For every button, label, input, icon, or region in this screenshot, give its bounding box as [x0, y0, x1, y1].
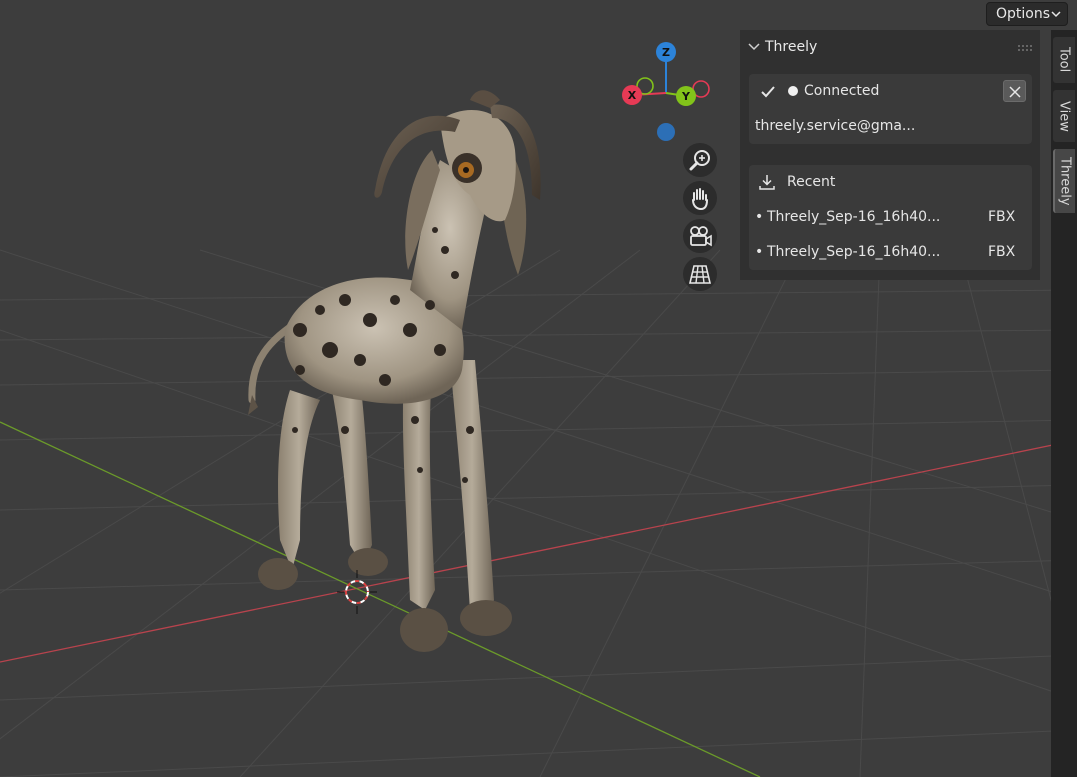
download-icon	[759, 175, 775, 190]
options-label: Options	[996, 6, 1051, 22]
recent-item-bullet: •	[755, 244, 764, 260]
tab-tool[interactable]: Tool	[1053, 37, 1075, 83]
zoom-icon	[689, 150, 710, 171]
connection-box: Connected threely.service@gma...	[749, 74, 1032, 144]
gizmo-x-label: X	[628, 89, 637, 102]
sidebar-tab-strip: Tool View Threely	[1051, 30, 1077, 777]
hand-pan-icon	[692, 188, 708, 211]
tab-tool-label: Tool	[1056, 47, 1072, 73]
zoom-button[interactable]	[683, 143, 717, 177]
floor-grid	[0, 249, 1077, 777]
collapse-chevron-icon[interactable]	[748, 42, 760, 52]
3d-cursor-icon	[337, 570, 377, 614]
panel-header[interactable]: Threely	[740, 30, 1040, 64]
tab-threely-label: Threely	[1057, 156, 1073, 206]
recent-item-name: Threely_Sep-16_16h40...	[767, 209, 941, 225]
list-item[interactable]: • Threely_Sep-16_16h40... FBX	[749, 199, 1032, 233]
camera-view-button[interactable]	[683, 219, 717, 253]
sidebar-panel: Threely Connected threely.service@gma...…	[740, 30, 1040, 280]
disconnect-button[interactable]	[1003, 80, 1026, 102]
gizmo-z-label: Z	[662, 46, 670, 59]
options-dropdown[interactable]: Options	[986, 2, 1068, 26]
perspective-toggle-button[interactable]	[683, 257, 717, 291]
recent-title: Recent	[787, 174, 836, 190]
chevron-down-icon	[1051, 11, 1061, 18]
connection-status: Connected	[804, 83, 880, 99]
navigation-gizmo[interactable]: Z X Y	[612, 38, 722, 148]
creature-model	[248, 90, 541, 652]
recent-item-name: Threely_Sep-16_16h40...	[767, 244, 941, 260]
camera-icon	[690, 226, 712, 247]
recent-item-format: FBX	[988, 244, 1016, 260]
status-dot	[788, 86, 798, 96]
tab-view-label: View	[1056, 100, 1072, 132]
recent-item-bullet: •	[755, 209, 764, 225]
drag-grip-icon[interactable]	[1018, 45, 1032, 51]
close-icon	[1009, 86, 1021, 98]
grid-perspective-icon	[688, 265, 712, 284]
check-icon	[761, 86, 775, 98]
recent-box: Recent • Threely_Sep-16_16h40... FBX • T…	[749, 165, 1032, 270]
account-email: threely.service@gma...	[755, 118, 916, 134]
x-axis-line	[0, 439, 1077, 663]
tab-view[interactable]: View	[1053, 90, 1075, 142]
list-item[interactable]: • Threely_Sep-16_16h40... FBX	[749, 234, 1032, 268]
recent-item-format: FBX	[988, 209, 1016, 225]
y-axis-line	[0, 421, 761, 777]
panel-title: Threely	[765, 39, 818, 55]
gizmo-y-label: Y	[681, 90, 691, 103]
pan-button[interactable]	[683, 181, 717, 215]
tab-threely[interactable]: Threely	[1053, 149, 1075, 213]
